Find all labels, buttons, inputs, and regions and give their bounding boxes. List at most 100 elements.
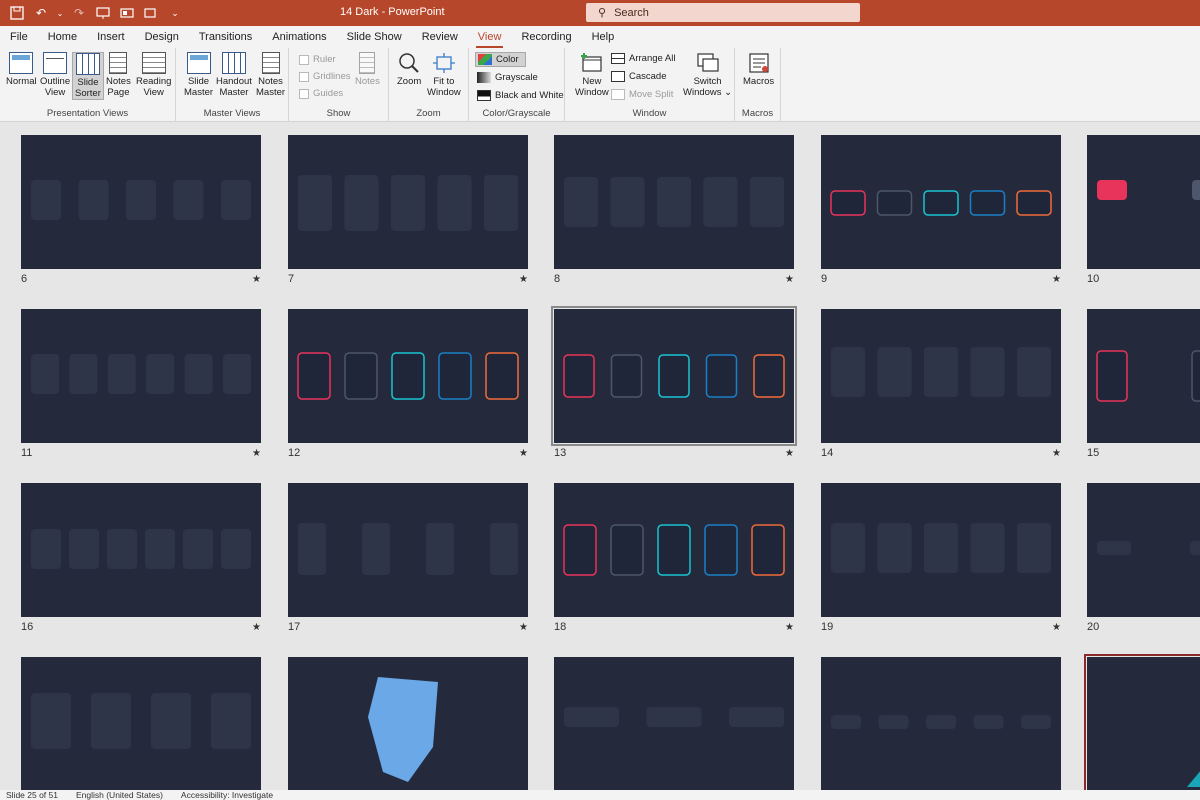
arrange-all-icon [611, 53, 625, 64]
slide-thumbnail[interactable] [554, 483, 794, 617]
undo-dropdown-icon[interactable]: ⌄ [56, 4, 64, 22]
outline-view-button[interactable]: Outline View [40, 52, 70, 98]
handout-master-icon [221, 52, 246, 74]
tab-animations[interactable]: Animations [262, 26, 336, 48]
new-window-icon [580, 53, 602, 72]
outline-view-icon [43, 52, 68, 74]
tab-design[interactable]: Design [135, 26, 189, 48]
slide-thumbnail[interactable] [288, 309, 528, 443]
tab-home[interactable]: Home [38, 26, 87, 48]
grayscale-swatch-icon [477, 72, 491, 83]
save-icon[interactable] [8, 4, 26, 22]
slide-thumbnail-art [1187, 771, 1200, 787]
slide-thumbnail[interactable] [821, 135, 1061, 269]
slide-thumbnail[interactable] [554, 657, 794, 790]
ruler-checkbox[interactable]: Ruler [299, 54, 336, 65]
transition-star-icon[interactable]: ★ [785, 622, 794, 633]
tab-transitions[interactable]: Transitions [189, 26, 262, 48]
grayscale-button[interactable]: Grayscale [477, 72, 538, 83]
notes-master-button[interactable]: Notes Master [256, 52, 285, 98]
slide-thumbnail-art [1097, 541, 1200, 555]
transition-star-icon[interactable]: ★ [252, 274, 261, 285]
new-window-button[interactable]: New Window [575, 52, 609, 98]
cascade-button[interactable]: Cascade [611, 71, 667, 82]
transition-star-icon[interactable]: ★ [1052, 274, 1061, 285]
transition-star-icon[interactable]: ★ [785, 274, 794, 285]
gridlines-checkbox[interactable]: Gridlines [299, 71, 351, 82]
tab-insert[interactable]: Insert [87, 26, 135, 48]
tab-file[interactable]: File [0, 26, 38, 48]
slide-thumbnail[interactable] [554, 135, 794, 269]
undo-icon[interactable]: ↶ [32, 4, 50, 22]
fit-to-window-button[interactable]: Fit to Window [427, 52, 461, 98]
slide-thumbnail[interactable] [1087, 309, 1200, 443]
handout-master-button[interactable]: Handout Master [216, 52, 252, 98]
notes-master-icon [261, 52, 280, 74]
slide-number: 20 [1087, 621, 1100, 633]
redo-icon[interactable]: ↷ [70, 4, 88, 22]
title-bar: ↶ ⌄ ↷ ⌄ 14 Dark - PowerPoint ⚲ Search [0, 0, 1200, 26]
slide-thumbnail[interactable] [821, 483, 1061, 617]
slide-number: 18 [554, 621, 567, 633]
zoom-button[interactable]: Zoom [397, 52, 421, 87]
color-button[interactable]: Color [475, 52, 526, 67]
transition-star-icon[interactable]: ★ [252, 622, 261, 633]
customize-qat-icon[interactable]: ⌄ [166, 4, 184, 22]
guides-checkbox[interactable]: Guides [299, 88, 343, 99]
transition-star-icon[interactable]: ★ [785, 448, 794, 459]
slide-thumbnail[interactable] [821, 657, 1061, 790]
reading-view-button[interactable]: Reading View [136, 52, 171, 98]
macros-button[interactable]: Macros [743, 52, 774, 87]
slide-thumbnail[interactable] [821, 309, 1061, 443]
transition-star-icon[interactable]: ★ [1052, 448, 1061, 459]
transition-star-icon[interactable]: ★ [519, 622, 528, 633]
slide-thumbnail-art [563, 354, 785, 398]
arrange-all-button[interactable]: Arrange All [611, 53, 675, 64]
notes-icon [359, 52, 376, 74]
slide-thumbnail[interactable] [21, 483, 261, 617]
tab-recording[interactable]: Recording [511, 26, 581, 48]
slide-number: 17 [288, 621, 301, 633]
slide-master-button[interactable]: Slide Master [184, 52, 213, 98]
transition-star-icon[interactable]: ★ [519, 274, 528, 285]
notes-page-button[interactable]: Notes Page [106, 52, 131, 98]
slide-thumbnail[interactable] [1087, 483, 1200, 617]
switch-windows-button[interactable]: Switch Windows ⌄ [683, 52, 732, 98]
tab-slide-show[interactable]: Slide Show [337, 26, 412, 48]
search-icon: ⚲ [598, 7, 607, 19]
slideshow-icon[interactable] [118, 4, 136, 22]
tab-view[interactable]: View [468, 26, 512, 48]
slide-thumbnail-art [298, 175, 518, 231]
slide-thumbnail[interactable] [21, 657, 261, 790]
slide-thumbnail[interactable] [288, 483, 528, 617]
search-input[interactable]: ⚲ Search [586, 3, 860, 22]
slide-thumbnail[interactable] [1084, 654, 1200, 790]
slide-number: 19 [821, 621, 834, 633]
slide-thumbnail-art [564, 707, 784, 727]
language-status[interactable]: English (United States) [76, 790, 163, 800]
transition-star-icon[interactable]: ★ [252, 448, 261, 459]
normal-view-button[interactable]: Normal [6, 52, 37, 87]
shape-icon[interactable] [142, 4, 160, 22]
slide-sorter-button[interactable]: Slide Sorter [72, 52, 104, 100]
slide-thumbnail-art [31, 180, 251, 220]
slide-number: 10 [1087, 273, 1100, 285]
tab-review[interactable]: Review [412, 26, 468, 48]
present-icon[interactable] [94, 4, 112, 22]
switch-windows-icon [696, 53, 719, 72]
slide-sorter-pane[interactable]: 6 ★ 7 ★ 8 ★ 9 ★ 10 11 ★ 12 ★ 13 ★ 14 ★ 15 16 ★ 17 ★ 18 ★ 19 ★ 20 [0, 123, 1200, 790]
ribbon: Normal Outline View Slide Sorter Notes P… [0, 48, 1200, 122]
slide-thumbnail[interactable] [288, 657, 528, 790]
accessibility-status[interactable]: Accessibility: Investigate [181, 790, 273, 800]
transition-star-icon[interactable]: ★ [1052, 622, 1061, 633]
slide-thumbnail[interactable] [21, 135, 261, 269]
slide-thumbnail[interactable] [1087, 135, 1200, 269]
black-and-white-button[interactable]: Black and White [477, 90, 564, 101]
slide-thumbnail[interactable] [21, 309, 261, 443]
transition-star-icon[interactable]: ★ [519, 448, 528, 459]
slide-thumbnail[interactable] [551, 306, 797, 446]
slide-thumbnail[interactable] [288, 135, 528, 269]
move-split-button[interactable]: Move Split [611, 89, 673, 100]
notes-toggle-button[interactable]: Notes [355, 52, 380, 87]
tab-help[interactable]: Help [582, 26, 625, 48]
